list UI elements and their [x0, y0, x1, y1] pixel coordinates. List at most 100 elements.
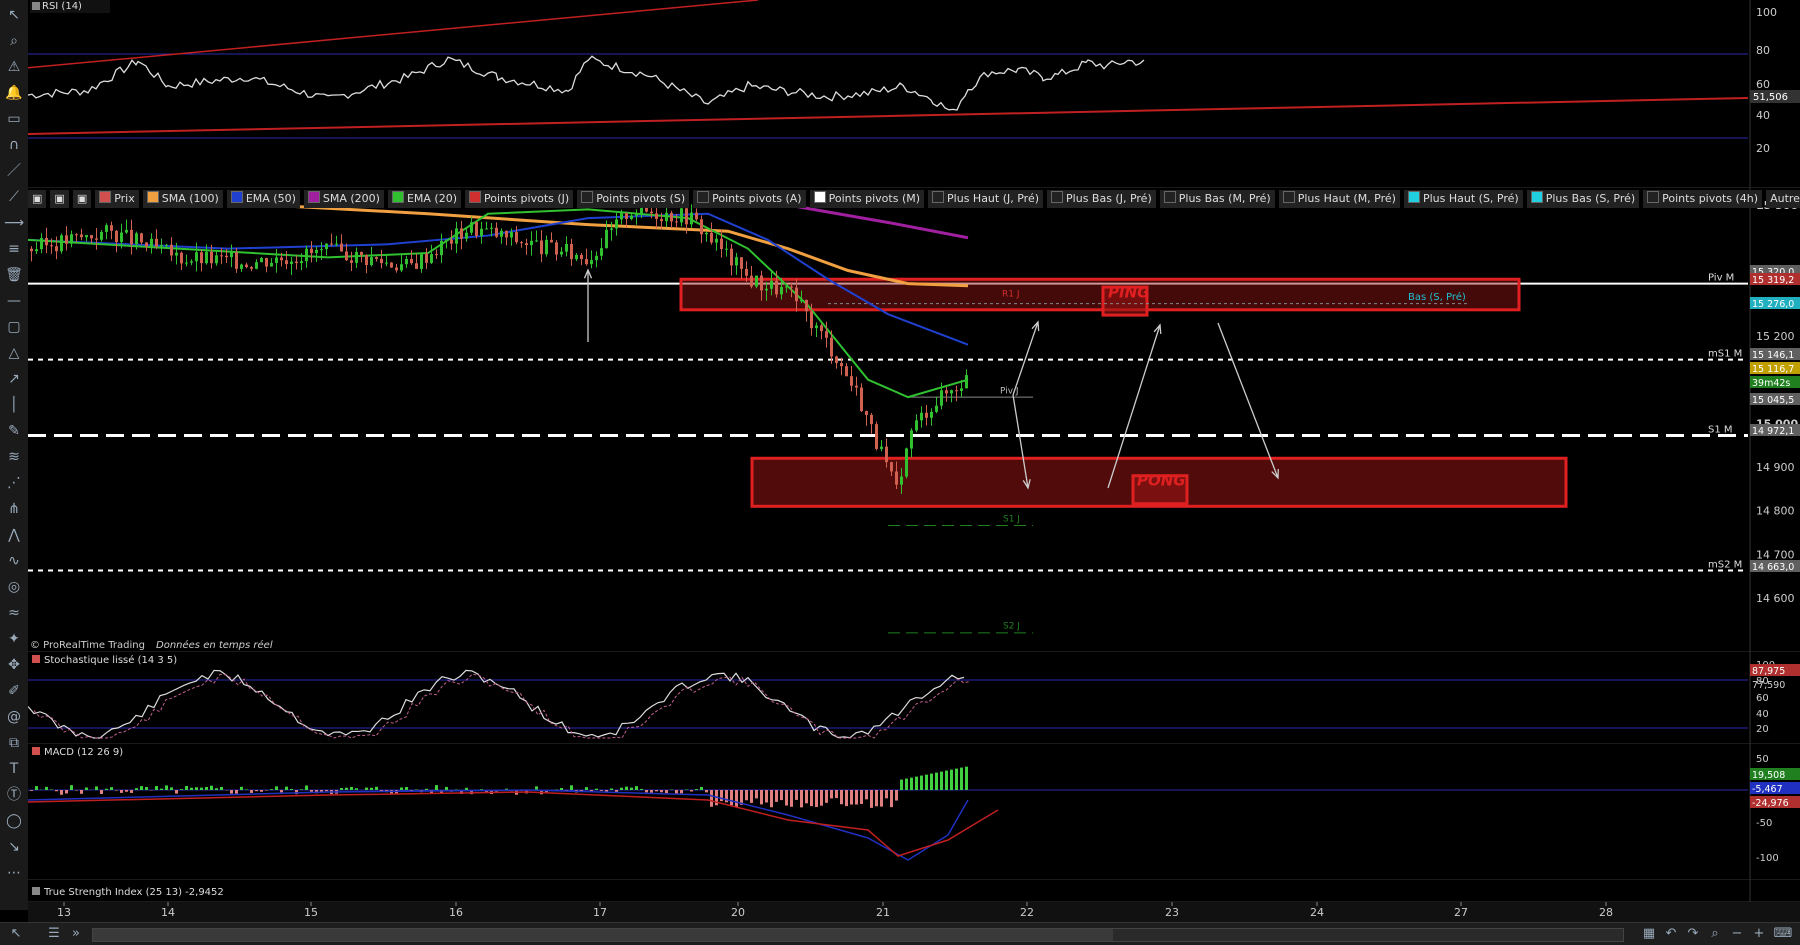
scroll-thumb[interactable] — [93, 929, 1113, 941]
indicator-toggle[interactable]: EMA (50) — [227, 190, 300, 208]
text-icon[interactable]: T — [3, 758, 25, 780]
indicator-toggle[interactable]: Points pivots (S) — [577, 190, 689, 208]
vline-icon[interactable]: │ — [3, 394, 25, 416]
undo-icon[interactable]: ↶ — [1662, 925, 1680, 943]
candle-body — [955, 390, 958, 391]
indicator-toggle[interactable]: Prix — [95, 190, 139, 208]
cursor-icon[interactable]: ↖ — [4, 925, 28, 943]
trend-icon[interactable]: ⟋ — [3, 186, 25, 208]
cursor-icon[interactable]: ↖ — [3, 4, 25, 26]
candle-body — [425, 254, 428, 263]
wave-icon[interactable]: ≈ — [3, 602, 25, 624]
rect-icon[interactable]: ▢ — [3, 316, 25, 338]
cycle-icon[interactable]: ◎ — [3, 576, 25, 598]
hline-icon[interactable]: — — [3, 290, 25, 312]
candle-body — [950, 390, 953, 393]
macd-hist-bar — [45, 787, 48, 790]
channel-icon[interactable]: ≡ — [3, 238, 25, 260]
macd-scale-label: -100 — [1756, 853, 1779, 864]
more-icon[interactable]: ⋯ — [3, 862, 25, 884]
zoom-fit-icon[interactable]: ⌕ — [1706, 925, 1724, 943]
indicator-toggle[interactable]: Autres — [1766, 190, 1800, 208]
candle-body — [295, 262, 298, 263]
zoom-in-icon[interactable]: + — [1750, 925, 1768, 943]
candle-body — [265, 258, 268, 267]
line-icon[interactable]: ／ — [3, 160, 25, 182]
indicator-toggle[interactable]: Points pivots (A) — [693, 190, 805, 208]
arrow-icon[interactable]: ↗ — [3, 368, 25, 390]
indicator-toggle[interactable]: EMA (20) — [388, 190, 461, 208]
expand-icon[interactable]: ▣ — [73, 190, 91, 208]
pong-label: PONG — [1137, 471, 1186, 489]
close-icon[interactable]: ▣ — [50, 190, 68, 208]
indicator-toggle[interactable]: Plus Bas (S, Pré) — [1527, 190, 1639, 208]
macd-hist-bar — [710, 790, 713, 807]
copy-icon[interactable]: ⧉ — [3, 732, 25, 754]
s1-j-note: S1 J — [1003, 515, 1020, 525]
indicator-toggle[interactable]: Plus Bas (J, Pré) — [1047, 190, 1156, 208]
macd-hist-bar — [155, 786, 158, 790]
macd-hist-bar — [840, 790, 843, 804]
macd-hist-bar — [125, 790, 128, 792]
chart-area[interactable]: RSI (14)1008060402051,506Piv MmS1 MS1 Mm… — [28, 0, 1800, 922]
macd-hist-bar — [170, 787, 173, 790]
trash-icon[interactable]: 🗑 — [3, 264, 25, 286]
macd-hist-bar — [145, 787, 148, 790]
indicator-toggle[interactable]: Points pivots (J) — [465, 190, 573, 208]
bell-icon[interactable]: 🔔 — [3, 82, 25, 104]
alert-icon[interactable]: ⚠ — [3, 56, 25, 78]
spiral-icon[interactable]: @ — [3, 706, 25, 728]
indicator-toggle[interactable]: Plus Haut (S, Pré) — [1404, 190, 1523, 208]
indicator-toggle[interactable]: Points pivots (4h) — [1643, 190, 1762, 208]
candle-body — [410, 259, 413, 263]
regression-icon[interactable]: ∿ — [3, 550, 25, 572]
zoom-out-icon[interactable]: − — [1728, 925, 1746, 943]
fan-icon[interactable]: ⋀ — [3, 524, 25, 546]
ellipse-icon[interactable]: ◯ — [3, 810, 25, 832]
settings-icon[interactable]: ▣ — [28, 190, 46, 208]
indicator-toggle[interactable]: Points pivots (M) — [810, 190, 924, 208]
tools-icon[interactable]: ✦ — [3, 628, 25, 650]
indicator-toggle[interactable]: Plus Haut (J, Pré) — [928, 190, 1043, 208]
candle-body — [625, 213, 628, 219]
keyboard-icon[interactable]: ⌨ — [1772, 925, 1794, 943]
indicator-toggle[interactable]: Plus Haut (M, Pré) — [1279, 190, 1400, 208]
macd-hist-bar — [340, 788, 343, 790]
ruler-icon[interactable]: ▭ — [3, 108, 25, 130]
indicator-toggle[interactable]: SMA (200) — [304, 190, 384, 208]
menu-icon[interactable]: ☰ — [46, 925, 62, 943]
tsi-panel-bg — [28, 880, 1800, 902]
fib-icon[interactable]: ≋ — [3, 446, 25, 468]
note-icon[interactable]: Ⓣ — [3, 784, 25, 806]
macd-hist-bar — [130, 790, 133, 793]
pen-icon[interactable]: ✎ — [3, 420, 25, 442]
candle-body — [630, 216, 633, 219]
macd-hist-bar — [900, 780, 903, 790]
fast-forward-icon[interactable]: » — [66, 925, 86, 943]
move-icon[interactable]: ✥ — [3, 654, 25, 676]
indicator-toggle[interactable]: SMA (100) — [143, 190, 223, 208]
magnet-icon[interactable]: ∩ — [3, 134, 25, 156]
pitchfork-icon[interactable]: ⋔ — [3, 498, 25, 520]
macd-scale-label: 50 — [1756, 754, 1769, 765]
triangle-icon[interactable]: △ — [3, 342, 25, 364]
brush-icon[interactable]: ✐ — [3, 680, 25, 702]
macd-hist-bar — [305, 786, 308, 790]
calendar-icon[interactable]: ▦ — [1640, 925, 1658, 943]
x-tick-label: 22 — [1020, 906, 1034, 919]
macd-hist-bar — [80, 790, 83, 794]
macd-hist-bar — [945, 771, 948, 790]
scrollbar[interactable] — [92, 928, 1624, 942]
gann-icon[interactable]: ⋰ — [3, 472, 25, 494]
ray-icon[interactable]: ⟶ — [3, 212, 25, 234]
candle-body — [890, 462, 893, 471]
indicator-toggle[interactable]: Plus Bas (M, Pré) — [1160, 190, 1275, 208]
zoom-icon[interactable]: ⌕ — [3, 30, 25, 52]
candle-body — [255, 262, 258, 269]
candle-body — [280, 257, 283, 260]
tsi-label: True Strength Index (25 13) -2,9452 — [43, 887, 224, 898]
candle-body — [560, 252, 563, 255]
pointer-icon[interactable]: ↘ — [3, 836, 25, 858]
candle-body — [935, 406, 938, 412]
redo-icon[interactable]: ↷ — [1684, 925, 1702, 943]
